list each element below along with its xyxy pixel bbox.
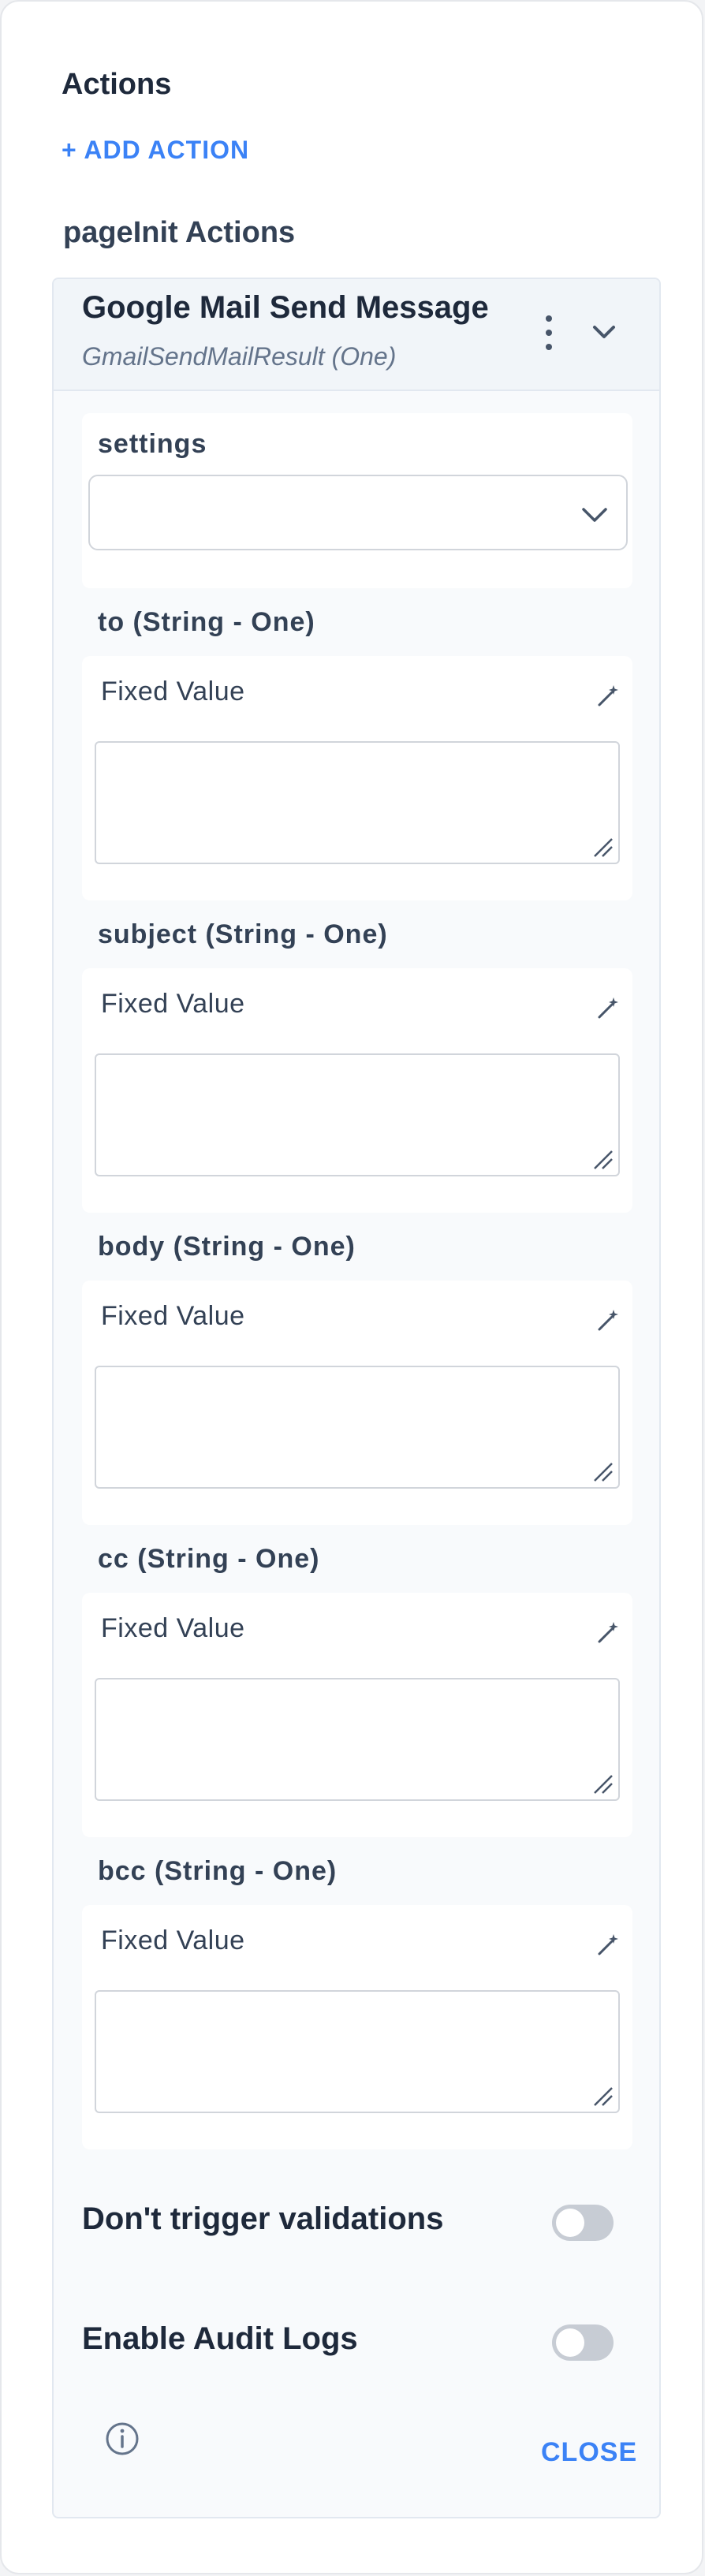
action-card-header[interactable]: Google Mail Send Message GmailSendMailRe… — [54, 279, 659, 391]
resize-handle-icon[interactable] — [591, 836, 615, 859]
actions-title: Actions — [62, 68, 172, 101]
cc-field-label: cc (String - One) — [98, 1544, 320, 1574]
to-textarea[interactable] — [95, 741, 620, 864]
close-button[interactable]: CLOSE — [541, 2437, 637, 2468]
actions-panel: Actions + ADD ACTION pageInit Actions Go… — [0, 0, 703, 2574]
dont-trigger-validations-label: Don't trigger validations — [82, 2201, 444, 2236]
to-field-box: Fixed Value — [82, 656, 632, 900]
settings-section: settings — [82, 413, 632, 588]
bcc-field-box: Fixed Value — [82, 1905, 632, 2149]
resize-handle-icon[interactable] — [591, 1460, 615, 1484]
cc-field-box: Fixed Value — [82, 1593, 632, 1837]
chevron-down-icon — [582, 508, 607, 522]
action-card-subtitle: GmailSendMailResult (One) — [82, 342, 397, 371]
enable-audit-logs-label: Enable Audit Logs — [82, 2321, 358, 2356]
body-textarea[interactable] — [95, 1366, 620, 1489]
body-field-label: body (String - One) — [98, 1232, 356, 1262]
chevron-down-icon[interactable] — [587, 312, 621, 352]
magic-wand-icon[interactable] — [596, 1307, 621, 1333]
more-vertical-icon[interactable] — [533, 309, 565, 356]
dont-trigger-validations-toggle[interactable] — [552, 2205, 614, 2241]
subject-field-label: subject (String - One) — [98, 919, 388, 949]
magic-wand-icon[interactable] — [596, 1620, 621, 1645]
resize-handle-icon[interactable] — [591, 1148, 615, 1172]
settings-label: settings — [98, 429, 207, 459]
add-action-button[interactable]: + ADD ACTION — [62, 136, 249, 165]
settings-select[interactable] — [88, 475, 628, 550]
fixed-value-label: Fixed Value — [101, 1301, 245, 1331]
subject-textarea[interactable] — [95, 1053, 620, 1176]
body-field-box: Fixed Value — [82, 1281, 632, 1525]
magic-wand-icon[interactable] — [596, 683, 621, 708]
toggle-knob — [556, 2328, 584, 2357]
action-card-title: Google Mail Send Message — [82, 290, 489, 325]
cc-textarea[interactable] — [95, 1678, 620, 1801]
enable-audit-logs-toggle[interactable] — [552, 2324, 614, 2361]
fixed-value-label: Fixed Value — [101, 677, 245, 706]
to-field-label: to (String - One) — [98, 607, 315, 637]
action-card: Google Mail Send Message GmailSendMailRe… — [52, 278, 661, 2518]
bcc-field-label: bcc (String - One) — [98, 1856, 338, 1886]
magic-wand-icon[interactable] — [596, 1932, 621, 1957]
info-icon[interactable] — [104, 2421, 140, 2457]
bcc-textarea[interactable] — [95, 1990, 620, 2113]
toggle-knob — [556, 2209, 584, 2237]
fixed-value-label: Fixed Value — [101, 1925, 245, 1955]
resize-handle-icon[interactable] — [591, 1773, 615, 1796]
magic-wand-icon[interactable] — [596, 995, 621, 1020]
fixed-value-label: Fixed Value — [101, 1613, 245, 1643]
subject-field-box: Fixed Value — [82, 968, 632, 1213]
page-init-actions-title: pageInit Actions — [63, 216, 296, 249]
resize-handle-icon[interactable] — [591, 2085, 615, 2108]
fixed-value-label: Fixed Value — [101, 989, 245, 1019]
